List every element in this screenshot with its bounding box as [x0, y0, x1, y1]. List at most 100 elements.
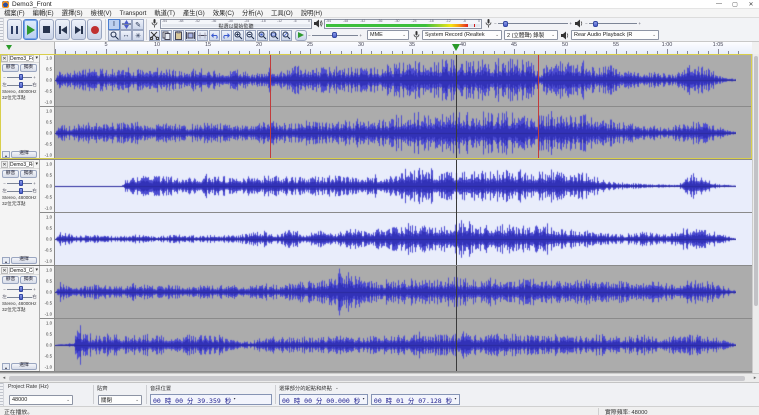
solo-button[interactable]: 獨奏 — [20, 170, 37, 178]
pinned-play-indicator[interactable] — [6, 45, 12, 50]
play-at-speed-button[interactable] — [295, 30, 307, 41]
toolbar-grabber[interactable] — [0, 18, 4, 41]
pan-slider[interactable]: 左右 — [0, 81, 39, 89]
horizontal-scrollbar[interactable]: ◂ ▸ — [0, 373, 759, 382]
amplitude-ruler[interactable]: 1.00.50.0-0.5-1.0 — [40, 107, 55, 159]
waveform[interactable] — [55, 213, 752, 265]
project-rate-combo[interactable]: 48000⌄ — [9, 395, 73, 405]
clip-boundary-line[interactable] — [538, 54, 539, 159]
pause-button[interactable] — [7, 19, 22, 40]
scroll-right-arrow[interactable]: ▸ — [751, 375, 759, 381]
gain-slider[interactable]: −+ — [0, 73, 39, 81]
gain-slider[interactable]: −+ — [0, 285, 39, 293]
close-button[interactable]: ✕ — [743, 0, 759, 9]
menu-item[interactable]: 選擇(S) — [58, 9, 87, 18]
selection-start-field[interactable]: 00 時 00 分 00.000 秒▾ — [279, 394, 368, 405]
stop-button[interactable] — [39, 19, 54, 40]
cut-button[interactable] — [149, 30, 160, 41]
recording-meter[interactable]: -54-48-42-36-30-24-18-12-60 點選以開始監聽 — [160, 19, 312, 29]
clip-boundary-line[interactable] — [270, 54, 271, 159]
record-button[interactable] — [87, 19, 102, 40]
playback-volume-slider[interactable]: −+ — [584, 19, 642, 29]
envelope-tool-button[interactable] — [120, 19, 132, 30]
skip-to-end-button[interactable] — [71, 19, 86, 40]
play-speed-slider[interactable]: −+ — [307, 30, 363, 40]
menu-item[interactable]: 產生(G) — [179, 9, 209, 18]
copy-button[interactable] — [161, 30, 172, 41]
skip-to-start-button[interactable] — [55, 19, 70, 40]
track-menu-button[interactable]: ▾ — [35, 55, 39, 61]
track-name[interactable]: Demo3_Rear — [9, 161, 34, 168]
record-channels-combo[interactable]: 2 (立體聲) 錄製⌄ — [504, 30, 558, 40]
waveform[interactable] — [55, 107, 752, 159]
record-device-combo[interactable]: System Record (Realtek⌄ — [422, 30, 502, 40]
track-control-panel[interactable]: ✕ Demo3_Front ▾ 靜音 獨奏 −+ 左右 Stereo, 4800… — [0, 54, 40, 159]
paste-button[interactable] — [173, 30, 184, 41]
undo-button[interactable] — [209, 30, 220, 41]
play-button[interactable] — [23, 19, 38, 40]
fit-selection-button[interactable] — [257, 30, 268, 41]
audio-host-combo[interactable]: MME⌄ — [367, 30, 409, 40]
mute-button[interactable]: 靜音 — [2, 170, 19, 178]
record-volume-slider[interactable]: −+ — [493, 19, 573, 29]
snap-combo[interactable]: 關閉⌄ — [98, 395, 142, 405]
maximize-button[interactable]: ▢ — [727, 0, 743, 9]
menu-item[interactable]: 說明(H) — [297, 9, 326, 18]
fit-project-button[interactable] — [269, 30, 280, 41]
track-close-button[interactable]: ✕ — [1, 267, 8, 274]
track-close-button[interactable]: ✕ — [1, 55, 8, 62]
selection-range-mode-chevron[interactable]: ⌄ — [335, 385, 339, 391]
horizontal-scrollbar-thumb[interactable] — [9, 376, 745, 381]
collapse-button[interactable]: ▴ — [2, 363, 10, 370]
select-button[interactable]: 選擇 — [11, 151, 37, 158]
toolbar-grabber[interactable] — [0, 383, 4, 406]
track-name[interactable]: Demo3_Front — [9, 55, 34, 62]
menu-item[interactable]: 軌道(T) — [150, 9, 179, 18]
selection-tool-button[interactable]: I — [108, 19, 120, 30]
menu-item[interactable]: 編輯(E) — [29, 9, 58, 18]
solo-button[interactable]: 獨奏 — [20, 64, 37, 72]
track-menu-button[interactable]: ▾ — [35, 267, 39, 273]
track-control-panel[interactable]: ✕ Demo3_Rear ▾ 靜音 獨奏 −+ 左右 Stereo, 48000… — [0, 160, 40, 265]
menu-item[interactable]: 檔案(F) — [0, 9, 29, 18]
zoom-in-button[interactable] — [233, 30, 244, 41]
redo-button[interactable] — [221, 30, 232, 41]
minimize-button[interactable]: — — [711, 0, 727, 9]
amplitude-ruler[interactable]: 1.00.50.0-0.5-1.0 — [40, 319, 55, 371]
playback-meter[interactable]: -54-48-42-36-30-24-18-12-60 — [324, 19, 482, 29]
zoom-out-button[interactable] — [245, 30, 256, 41]
menu-item[interactable]: 工具(O) — [267, 9, 297, 18]
timeline-ruler[interactable]: 5101520253035404550551:001:05 — [55, 42, 752, 54]
multi-tool-button[interactable]: ✳ — [132, 30, 144, 41]
amplitude-ruler[interactable]: 1.00.50.0-0.5-1.0 — [40, 54, 55, 106]
vertical-scrollbar[interactable] — [752, 54, 759, 373]
gain-slider[interactable]: −+ — [0, 179, 39, 187]
waveform[interactable] — [55, 319, 752, 371]
track-control-panel[interactable]: ✕ Demo3_Cent ▾ 靜音 獨奏 −+ 左右 Stereo, 48000… — [0, 266, 40, 371]
mute-button[interactable]: 靜音 — [2, 64, 19, 72]
collapse-button[interactable]: ▴ — [2, 257, 10, 264]
track-close-button[interactable]: ✕ — [1, 161, 8, 168]
playback-device-combo[interactable]: Rear Audio Playback (R⌄ — [571, 30, 659, 40]
amplitude-ruler[interactable]: 1.00.50.0-0.5-1.0 — [40, 213, 55, 265]
select-button[interactable]: 選擇 — [11, 363, 37, 370]
collapse-button[interactable]: ▴ — [2, 151, 10, 158]
audio-position-field[interactable]: 00 時 00 分 39.359 秒▾ — [150, 394, 272, 405]
solo-button[interactable]: 獨奏 — [20, 276, 37, 284]
mute-button[interactable]: 靜音 — [2, 276, 19, 284]
menu-item[interactable]: 效果(C) — [209, 9, 238, 18]
selection-end-field[interactable]: 00 時 01 分 07.128 秒▾ — [371, 394, 460, 405]
amplitude-ruler[interactable]: 1.00.50.0-0.5-1.0 — [40, 266, 55, 318]
trim-audio-button[interactable] — [185, 30, 196, 41]
waveform[interactable] — [55, 160, 752, 212]
waveform[interactable] — [55, 266, 752, 318]
vertical-scrollbar-thumb[interactable] — [754, 56, 758, 306]
silence-audio-button[interactable] — [197, 30, 208, 41]
draw-tool-button[interactable]: ✎ — [132, 19, 144, 30]
zoom-toggle-button[interactable] — [281, 30, 292, 41]
timeshift-tool-button[interactable]: ↔ — [120, 30, 132, 41]
track-menu-button[interactable]: ▾ — [35, 161, 39, 167]
select-button[interactable]: 選擇 — [11, 257, 37, 264]
zoom-tool-button[interactable] — [108, 30, 120, 41]
menu-item[interactable]: Transport — [116, 9, 151, 18]
